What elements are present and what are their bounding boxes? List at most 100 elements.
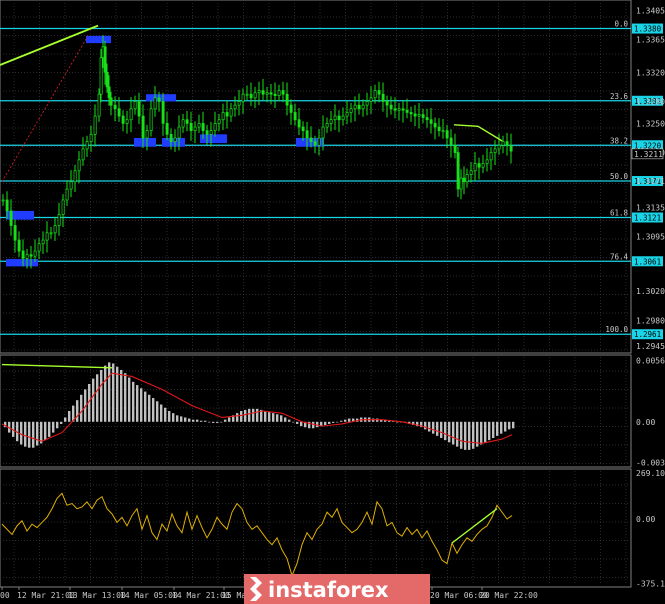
candle-body — [97, 93, 101, 117]
price-axis-label: 1.3320 — [636, 68, 665, 77]
zone-box — [6, 259, 38, 267]
price-axis-label: 1.3171 — [636, 177, 665, 186]
candle-body — [505, 141, 509, 146]
candle-body — [49, 232, 53, 235]
macd-bar — [512, 421, 515, 429]
candle-body — [77, 159, 81, 172]
macd-bar — [100, 369, 103, 422]
macd-bar — [284, 417, 287, 422]
macd-bar — [256, 408, 259, 422]
macd-bar — [248, 408, 251, 422]
macd-axis-label: 0.00567 — [636, 357, 665, 366]
candle-body — [65, 188, 69, 201]
candle-body — [421, 114, 425, 118]
candle-body — [229, 108, 233, 117]
candle-body — [309, 137, 313, 142]
macd-bar — [60, 421, 63, 424]
candle-body — [353, 104, 357, 110]
candle-body — [25, 254, 29, 259]
candle-body — [181, 119, 185, 128]
candle-body — [349, 108, 353, 113]
macd-bar — [116, 366, 119, 422]
candle-body — [445, 130, 449, 139]
macd-bar — [504, 421, 507, 432]
candle-body — [465, 174, 469, 183]
candle-body — [117, 108, 121, 117]
candle-body — [357, 104, 361, 110]
candle-body — [481, 163, 485, 168]
macd-bar — [180, 416, 183, 422]
last-price-label: 1.3211 — [634, 150, 663, 159]
candle-body — [17, 239, 21, 252]
macd-bar — [112, 363, 115, 422]
candle-body — [121, 115, 125, 124]
candle-body — [345, 112, 349, 117]
candle-body — [477, 163, 481, 168]
macd-bar — [184, 417, 187, 422]
macd-bar — [452, 421, 455, 445]
candle-body — [189, 123, 193, 132]
macd-bar — [456, 421, 459, 447]
macd-bar — [168, 411, 171, 422]
candle-body — [53, 225, 57, 234]
candle-body — [13, 225, 17, 241]
time-axis-label: 20 Mar 22:00 — [480, 591, 538, 600]
candle-body — [45, 232, 49, 241]
candle-body — [405, 109, 409, 113]
macd-bar — [500, 421, 503, 434]
candle-body — [177, 126, 181, 139]
price-axis-label: 1.3365 — [636, 35, 665, 44]
macd-bar — [80, 394, 83, 422]
candle-body — [321, 126, 325, 139]
candle-body — [213, 123, 217, 132]
cci-axis-label: -375.197 — [636, 579, 665, 588]
candle-body — [253, 92, 257, 99]
candle-body — [273, 93, 277, 97]
candle-body — [241, 93, 245, 102]
macd-bar — [324, 421, 327, 426]
macd-bar — [228, 417, 231, 422]
macd-bar — [348, 418, 351, 422]
macd-bar — [328, 421, 331, 424]
macd-bar — [288, 419, 291, 422]
candle-body — [103, 46, 107, 73]
macd-axis-label: -0.00376 — [636, 458, 665, 467]
candle-body — [456, 152, 460, 190]
candle-body — [129, 108, 133, 121]
macd-bar — [68, 411, 71, 422]
macd-bar — [332, 421, 335, 423]
candle-body — [373, 90, 377, 99]
macd-bar — [76, 400, 79, 422]
candle-body — [265, 92, 269, 95]
candle-body — [257, 90, 261, 94]
candle-body — [433, 123, 437, 128]
candle-body — [125, 119, 129, 124]
candle-body — [377, 90, 381, 95]
macd-bar — [252, 408, 255, 422]
candle-body — [197, 123, 201, 128]
candle-body — [209, 130, 213, 135]
macd-bar — [216, 421, 219, 423]
macd-bar — [280, 415, 283, 422]
candle-body — [107, 86, 111, 99]
fib-ratio-label: 61.8 — [610, 208, 629, 217]
macd-bar — [32, 421, 35, 448]
candle-body — [249, 93, 253, 99]
candle-body — [459, 177, 463, 190]
candle-body — [429, 119, 433, 124]
macd-bar — [104, 365, 107, 422]
macd-bar — [264, 411, 267, 422]
candle-body — [41, 239, 45, 245]
candle-body — [233, 104, 237, 110]
candle-body — [509, 144, 513, 152]
candle-body — [69, 181, 73, 190]
candle-body — [281, 90, 285, 95]
candle-body — [1, 199, 5, 202]
candle-body — [301, 126, 305, 132]
candle-body — [201, 123, 205, 132]
macd-bar — [300, 421, 303, 427]
candle-body — [325, 123, 329, 128]
macd-bar — [220, 421, 223, 423]
macd-bar — [36, 421, 39, 446]
candle-body — [93, 115, 97, 135]
